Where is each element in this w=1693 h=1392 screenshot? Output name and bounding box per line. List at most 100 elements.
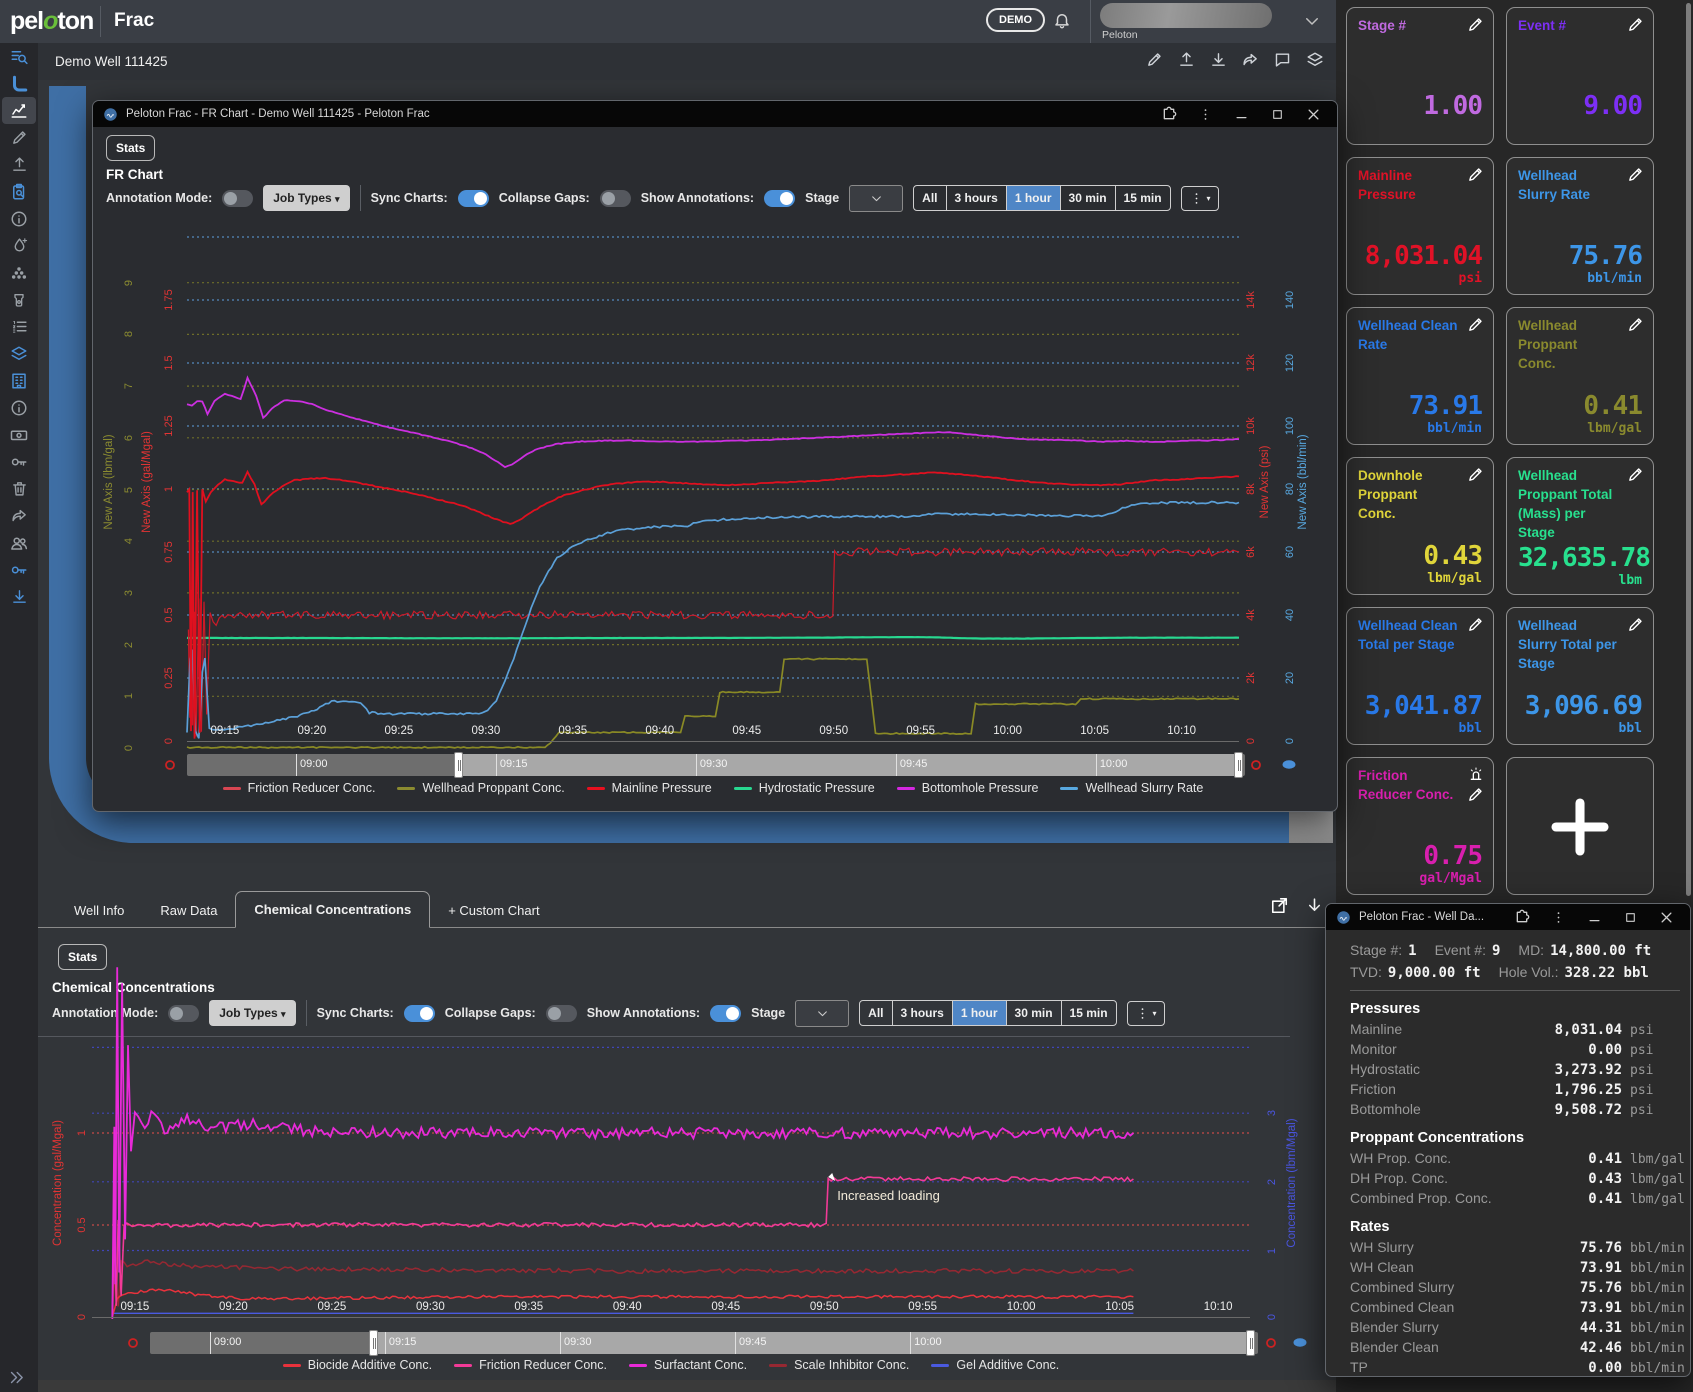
- edit-tile-pencil-icon[interactable]: [1467, 166, 1484, 183]
- layers-icon[interactable]: [1306, 51, 1324, 69]
- extension-icon[interactable]: [1508, 909, 1536, 925]
- tile-wellhead-proppant-total[interactable]: Wellhead Proppant Total (Mass) per Stage…: [1506, 457, 1654, 595]
- sidebar-item-share[interactable]: [0, 502, 38, 529]
- tab-raw-data[interactable]: Raw Data: [142, 893, 235, 928]
- slider-marker-right-icon[interactable]: [1266, 1338, 1276, 1348]
- legend-item[interactable]: Hydrostatic Pressure: [734, 781, 875, 795]
- edit-tile-pencil-icon[interactable]: [1627, 466, 1644, 483]
- edit-tile-pencil-icon[interactable]: [1467, 16, 1484, 33]
- sidebar-item-fluids[interactable]: [0, 232, 38, 259]
- sidebar-expand-chevrons-icon[interactable]: [8, 1369, 25, 1386]
- slider-handle-right[interactable]: [1234, 752, 1243, 778]
- stage-select[interactable]: [795, 1000, 849, 1027]
- tile-wellhead-proppant-conc[interactable]: Wellhead Proppant Conc.0.41lbm/gal: [1506, 307, 1654, 445]
- fr-stats-button[interactable]: Stats: [106, 135, 155, 161]
- fr-window-titlebar[interactable]: Peloton Frac - FR Chart - Demo Well 1114…: [93, 101, 1337, 127]
- tab--custom-chart[interactable]: + Custom Chart: [430, 893, 557, 928]
- minimize-icon[interactable]: [1580, 910, 1608, 925]
- range-button-3-hours[interactable]: 3 hours: [947, 186, 1007, 210]
- range-button-30-min[interactable]: 30 min: [1061, 186, 1116, 210]
- chem-stats-button[interactable]: Stats: [58, 944, 107, 970]
- peloton-logo[interactable]: peloton: [10, 7, 93, 36]
- stage-select[interactable]: [849, 185, 903, 212]
- sidebar-item-wellpath[interactable]: [0, 70, 38, 97]
- sidebar-item-info[interactable]: [0, 205, 38, 232]
- tile-downhole-proppant-conc[interactable]: Downhole Proppant Conc.0.43lbm/gal: [1346, 457, 1494, 595]
- edit-tile-pencil-icon[interactable]: [1627, 166, 1644, 183]
- range-button-3-hours[interactable]: 3 hours: [893, 1001, 953, 1025]
- edit-tile-pencil-icon[interactable]: [1627, 316, 1644, 333]
- legend-item[interactable]: Bottomhole Pressure: [897, 781, 1039, 795]
- sidebar-item-users[interactable]: [0, 529, 38, 556]
- user-avatar[interactable]: [1100, 3, 1272, 28]
- edit-well-icon[interactable]: [1146, 51, 1163, 69]
- sidebar-item-info-alt[interactable]: [0, 394, 38, 421]
- chem-chart-plot[interactable]: Increased loading 09:1509:2009:2509:3009…: [92, 1046, 1250, 1317]
- chem-time-range-slider[interactable]: 09:0009:1509:3009:4510:00: [150, 1332, 1258, 1354]
- sidebar-item-edit[interactable]: [0, 124, 38, 151]
- edit-tile-pencil-icon[interactable]: [1627, 16, 1644, 33]
- legend-item[interactable]: Scale Inhibitor Conc.: [769, 1358, 909, 1372]
- sidebar-item-well-search[interactable]: [0, 43, 38, 70]
- tile-mainline-pressure[interactable]: Mainline Pressure8,031.04psi: [1346, 157, 1494, 295]
- collapse-gaps-toggle[interactable]: [600, 190, 631, 207]
- tile-friction-reducer-conc[interactable]: Friction Reducer Conc.0.75gal/Mgal: [1346, 757, 1494, 895]
- sidebar-item-layers[interactable]: [0, 340, 38, 367]
- job-types-button[interactable]: Job Types ▾: [263, 185, 349, 211]
- legend-item[interactable]: Wellhead Slurry Rate: [1060, 781, 1203, 795]
- sync-charts-toggle[interactable]: [458, 190, 489, 207]
- range-button-1-hour[interactable]: 1 hour: [1007, 186, 1061, 210]
- chart-options-kebab-button[interactable]: ▾: [1127, 1001, 1165, 1026]
- notifications-bell-icon[interactable]: [1053, 11, 1071, 29]
- sidebar-item-trash[interactable]: [0, 475, 38, 502]
- extension-icon[interactable]: [1155, 106, 1183, 122]
- edit-tile-pencil-icon[interactable]: [1467, 786, 1484, 803]
- collapse-download-icon[interactable]: [1305, 896, 1324, 915]
- close-icon[interactable]: [1299, 107, 1327, 122]
- slider-marker-left-icon[interactable]: [165, 760, 175, 770]
- range-button-15-min[interactable]: 15 min: [1062, 1001, 1116, 1025]
- close-icon[interactable]: [1652, 910, 1680, 925]
- window-menu-kebab-icon[interactable]: [1191, 107, 1219, 122]
- legend-item[interactable]: Wellhead Proppant Conc.: [397, 781, 564, 795]
- range-button-all[interactable]: All: [914, 186, 946, 210]
- download-icon[interactable]: [1210, 51, 1227, 69]
- sidebar-item-finance[interactable]: [0, 421, 38, 448]
- sidebar-item-proppant[interactable]: [0, 259, 38, 286]
- legend-item[interactable]: Mainline Pressure: [587, 781, 712, 795]
- legend-item[interactable]: Biocide Additive Conc.: [283, 1358, 432, 1372]
- slider-live-marker-icon[interactable]: [1281, 759, 1297, 770]
- legend-item[interactable]: Surfactant Conc.: [629, 1358, 747, 1372]
- tile-wellhead-slurry-rate[interactable]: Wellhead Slurry Rate75.76bbl/min: [1506, 157, 1654, 295]
- range-button-30-min[interactable]: 30 min: [1007, 1001, 1062, 1025]
- add-tile-button[interactable]: [1506, 757, 1654, 895]
- maximize-icon[interactable]: [1616, 911, 1644, 924]
- open-external-icon[interactable]: [1270, 896, 1289, 915]
- collapse-gaps-toggle[interactable]: [546, 1005, 577, 1022]
- edit-tile-pencil-icon[interactable]: [1467, 316, 1484, 333]
- range-button-all[interactable]: All: [860, 1001, 892, 1025]
- range-button-1-hour[interactable]: 1 hour: [953, 1001, 1007, 1025]
- slider-marker-right-icon[interactable]: [1251, 760, 1261, 770]
- tile-event-number[interactable]: Event #9.00: [1506, 7, 1654, 145]
- tile-wellhead-clean-total[interactable]: Wellhead Clean Total per Stage3,041.87bb…: [1346, 607, 1494, 745]
- maximize-icon[interactable]: [1263, 108, 1291, 121]
- tab-well-info[interactable]: Well Info: [56, 893, 142, 928]
- well-data-window-titlebar[interactable]: Peloton Frac - Well Da...: [1326, 904, 1690, 930]
- slider-marker-left-icon[interactable]: [128, 1338, 138, 1348]
- job-types-button[interactable]: Job Types ▾: [209, 1000, 295, 1026]
- sidebar-item-company[interactable]: [0, 367, 38, 394]
- chart-options-kebab-button[interactable]: ▾: [1181, 186, 1219, 211]
- legend-item[interactable]: Friction Reducer Conc.: [223, 781, 376, 795]
- user-menu-chevron-down-icon[interactable]: [1303, 12, 1321, 30]
- legend-item[interactable]: Friction Reducer Conc.: [454, 1358, 607, 1372]
- sidebar-item-publish[interactable]: [0, 151, 38, 178]
- show-annotations-toggle[interactable]: [710, 1005, 741, 1022]
- window-menu-kebab-icon[interactable]: [1544, 910, 1572, 925]
- fr-time-range-slider[interactable]: 09:0009:1509:3009:4510:00: [187, 754, 1245, 776]
- slider-handle-left[interactable]: [369, 1330, 378, 1356]
- fr-chart-plot[interactable]: 09:1509:2009:2509:3009:3509:4009:4509:50…: [187, 237, 1239, 741]
- panel-scrollbar[interactable]: [1686, 3, 1691, 896]
- edit-tile-pencil-icon[interactable]: [1467, 616, 1484, 633]
- comment-icon[interactable]: [1274, 51, 1291, 69]
